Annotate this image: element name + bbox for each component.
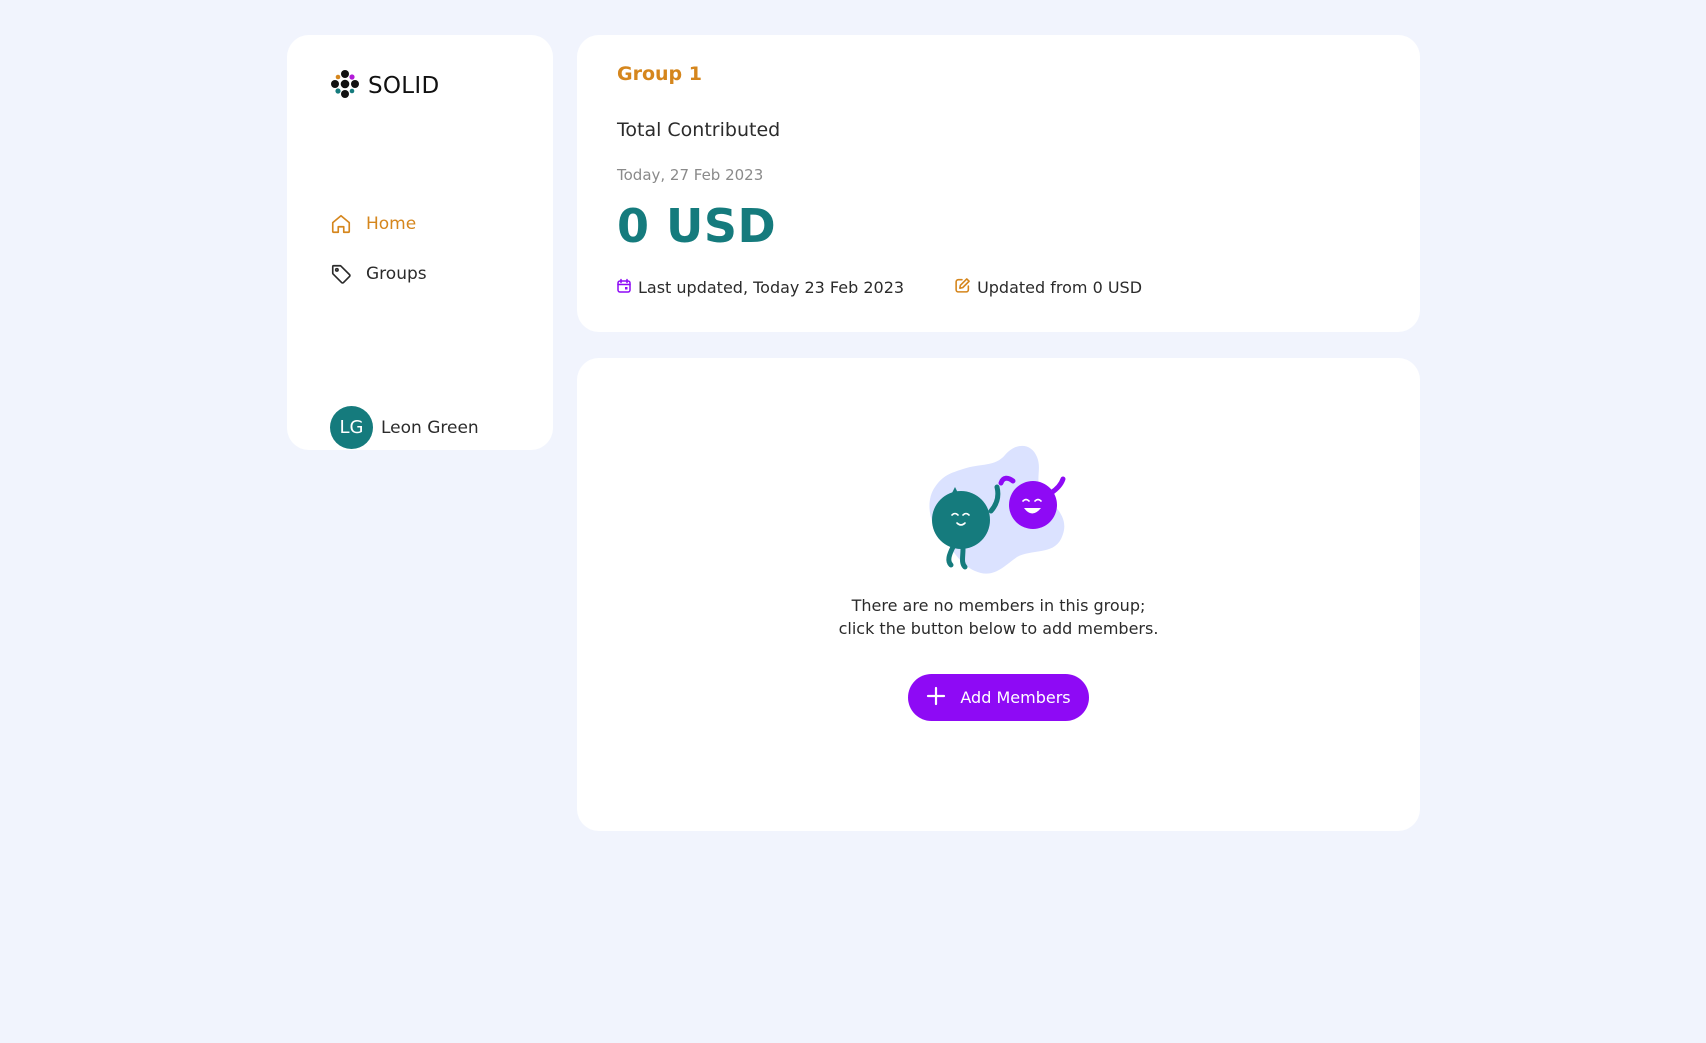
- user-name: Leon Green: [381, 417, 479, 438]
- empty-state-line: click the button below to add members.: [838, 619, 1159, 638]
- sidebar-item-label: Groups: [366, 264, 427, 284]
- total-amount: 0 USD: [617, 199, 777, 253]
- last-updated-text: Last updated, Today 23 Feb 2023: [638, 278, 905, 297]
- sidebar-item-home[interactable]: Home: [330, 210, 427, 238]
- add-members-button[interactable]: Add Members: [908, 674, 1089, 721]
- brand-logo[interactable]: SOLID: [330, 69, 440, 103]
- brand-name: SOLID: [368, 73, 440, 99]
- empty-state-message: There are no members in this group; clic…: [577, 594, 1420, 640]
- current-date: Today, 27 Feb 2023: [617, 166, 764, 184]
- tag-icon: [330, 263, 352, 285]
- empty-members-illustration: [923, 443, 1073, 582]
- home-icon: [330, 213, 352, 235]
- contribution-summary-card: Group 1 Total Contributed Today, 27 Feb …: [577, 35, 1420, 332]
- plus-icon: [926, 686, 946, 710]
- updated-from-text: Updated from 0 USD: [977, 278, 1143, 297]
- user-profile[interactable]: LG Leon Green: [330, 406, 479, 449]
- last-updated: Last updated, Today 23 Feb 2023: [616, 278, 904, 298]
- total-contributed-label: Total Contributed: [617, 119, 781, 141]
- members-card: There are no members in this group; clic…: [577, 358, 1420, 831]
- sidebar-item-label: Home: [366, 214, 417, 234]
- add-members-label: Add Members: [960, 688, 1071, 707]
- sidebar: SOLID Home Groups LG Leon Green: [287, 35, 553, 450]
- solid-logo-icon: [330, 69, 360, 103]
- sidebar-nav: Home Groups: [330, 210, 427, 310]
- edit-icon: [954, 277, 971, 298]
- group-title: Group 1: [617, 63, 702, 85]
- empty-state-line: There are no members in this group;: [851, 596, 1146, 615]
- sidebar-item-groups[interactable]: Groups: [330, 260, 427, 288]
- update-meta: Last updated, Today 23 Feb 2023 Updated …: [616, 277, 1142, 298]
- avatar: LG: [330, 406, 373, 449]
- updated-from: Updated from 0 USD: [954, 277, 1142, 298]
- calendar-icon: [616, 278, 632, 298]
